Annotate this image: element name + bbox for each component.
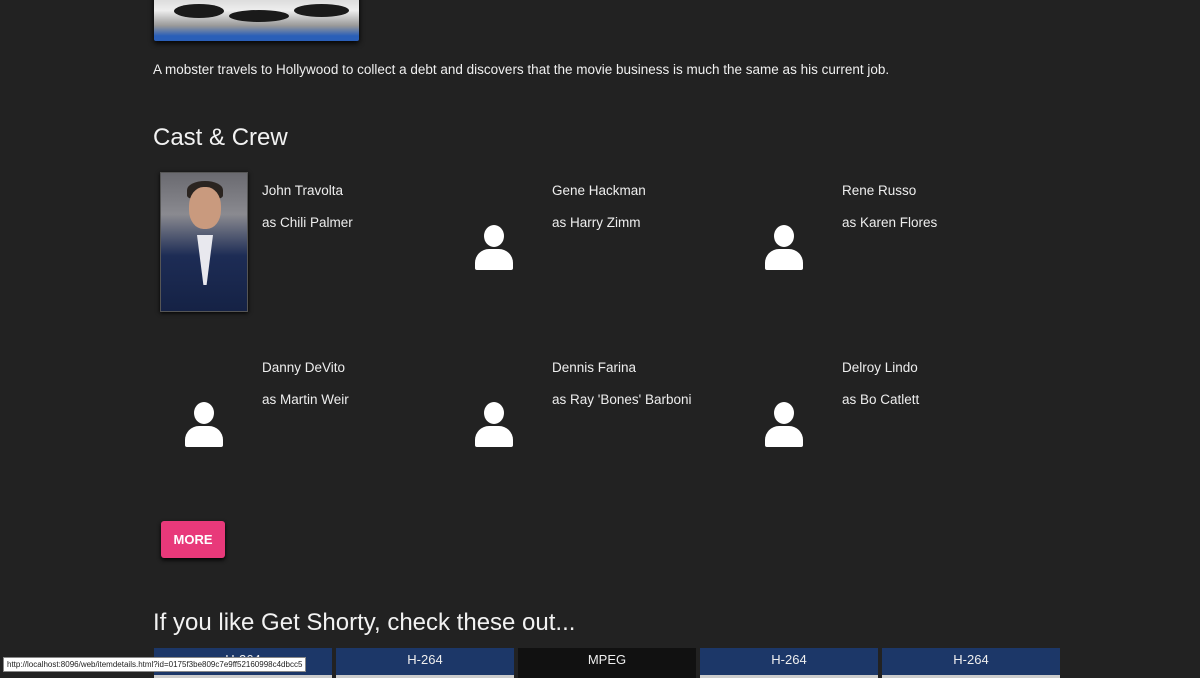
- cast-photo[interactable]: [160, 172, 248, 312]
- more-button[interactable]: MORE: [161, 521, 225, 558]
- similar-item[interactable]: H-264: [336, 648, 514, 678]
- person-placeholder-icon[interactable]: [740, 172, 828, 312]
- cast-name[interactable]: John Travolta: [262, 183, 343, 198]
- cast-role: as Chili Palmer: [262, 215, 353, 230]
- cast-role: as Ray 'Bones' Barboni: [552, 392, 692, 407]
- cast-name[interactable]: Rene Russo: [842, 183, 916, 198]
- cast-member[interactable]: Rene Russo as Karen Flores: [740, 172, 1030, 349]
- movie-poster: [154, 0, 359, 41]
- person-placeholder-icon[interactable]: [160, 349, 248, 489]
- similar-heading: If you like Get Shorty, check these out.…: [153, 609, 576, 636]
- cast-role: as Karen Flores: [842, 215, 938, 230]
- similar-item[interactable]: MPEG: [518, 648, 696, 678]
- cast-role: as Martin Weir: [262, 392, 349, 407]
- cast-name[interactable]: Danny DeVito: [262, 360, 345, 375]
- similar-item[interactable]: H-264: [882, 648, 1060, 678]
- cast-member[interactable]: Delroy Lindo as Bo Catlett: [740, 349, 1030, 526]
- person-placeholder-icon[interactable]: [450, 349, 538, 489]
- person-placeholder-icon[interactable]: [740, 349, 828, 489]
- cast-name[interactable]: Gene Hackman: [552, 183, 646, 198]
- cast-role: as Bo Catlett: [842, 392, 920, 407]
- cast-member[interactable]: John Travolta as Chili Palmer: [160, 172, 450, 349]
- cast-name[interactable]: Dennis Farina: [552, 360, 636, 375]
- similar-item[interactable]: H-264: [700, 648, 878, 678]
- movie-overview: A mobster travels to Hollywood to collec…: [153, 62, 890, 77]
- cast-heading: Cast & Crew: [153, 124, 288, 151]
- cast-member[interactable]: Gene Hackman as Harry Zimm: [450, 172, 740, 349]
- cast-member[interactable]: Dennis Farina as Ray 'Bones' Barboni: [450, 349, 740, 526]
- status-bar-url: http://localhost:8096/web/itemdetails.ht…: [3, 657, 307, 672]
- cast-member[interactable]: Danny DeVito as Martin Weir: [160, 349, 450, 526]
- person-placeholder-icon[interactable]: [450, 172, 538, 312]
- cast-name[interactable]: Delroy Lindo: [842, 360, 918, 375]
- cast-list: John Travolta as Chili Palmer Gene Hackm…: [160, 172, 1030, 526]
- cast-role: as Harry Zimm: [552, 215, 641, 230]
